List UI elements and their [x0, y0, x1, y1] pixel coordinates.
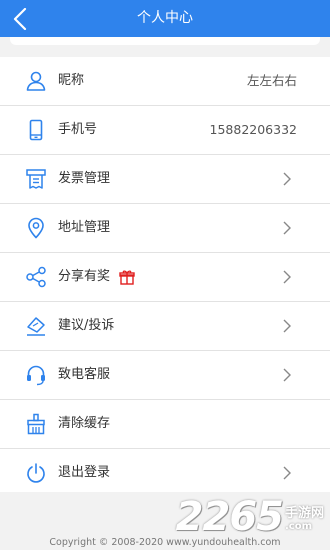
logout-label: 退出登录: [58, 465, 111, 480]
gift-icon: [119, 270, 135, 285]
app-header: 个人中心: [0, 0, 330, 37]
profile-card-edge: [10, 37, 320, 45]
feedback-icon: [24, 314, 48, 338]
watermark-domain: .com: [284, 521, 313, 532]
phone-icon: [24, 118, 48, 142]
location-icon: [24, 216, 48, 240]
address-label: 地址管理: [58, 220, 111, 235]
customer-service-label: 致电客服: [58, 367, 111, 382]
share-row[interactable]: 分享有奖: [0, 253, 330, 302]
site-watermark: 2265 手游网 .com: [175, 494, 324, 540]
phone-value: 15882206332: [209, 122, 297, 137]
feedback-label: 建议/投诉: [58, 318, 115, 333]
phone-label: 手机号: [58, 122, 98, 137]
chevron-right-icon: [283, 319, 291, 333]
invoice-label: 发票管理: [58, 171, 111, 186]
page-title: 个人中心: [137, 10, 193, 26]
nickname-row[interactable]: 昵称 左左右右: [0, 57, 330, 106]
watermark-text: 手游网: [284, 506, 324, 521]
chevron-right-icon: [283, 466, 291, 480]
share-label: 分享有奖: [58, 269, 111, 284]
user-icon: [24, 69, 48, 93]
clear-cache-label: 清除缓存: [58, 416, 111, 431]
invoice-icon: [24, 167, 48, 191]
phone-row[interactable]: 手机号 15882206332: [0, 106, 330, 155]
watermark-number: 2265: [175, 494, 284, 540]
chevron-right-icon: [283, 221, 291, 235]
broom-icon: [24, 412, 48, 436]
chevron-right-icon: [283, 270, 291, 284]
copyright-text: Copyright © 2008-2020 www.yundouhealth.c…: [49, 537, 281, 548]
settings-list: 昵称 左左右右 手机号 15882206332 发票管理 地址管理 分享有奖 建…: [0, 57, 330, 497]
address-row[interactable]: 地址管理: [0, 204, 330, 253]
nickname-value: 左左右右: [246, 73, 297, 88]
share-icon: [24, 265, 48, 289]
customer-service-row[interactable]: 致电客服: [0, 351, 330, 400]
invoice-row[interactable]: 发票管理: [0, 155, 330, 204]
chevron-right-icon: [283, 368, 291, 382]
headset-icon: [24, 363, 48, 387]
nickname-label: 昵称: [58, 73, 85, 88]
feedback-row[interactable]: 建议/投诉: [0, 302, 330, 351]
chevron-right-icon: [283, 172, 291, 186]
power-icon: [24, 461, 48, 485]
clear-cache-row[interactable]: 清除缓存: [0, 400, 330, 449]
logout-row[interactable]: 退出登录: [0, 449, 330, 497]
